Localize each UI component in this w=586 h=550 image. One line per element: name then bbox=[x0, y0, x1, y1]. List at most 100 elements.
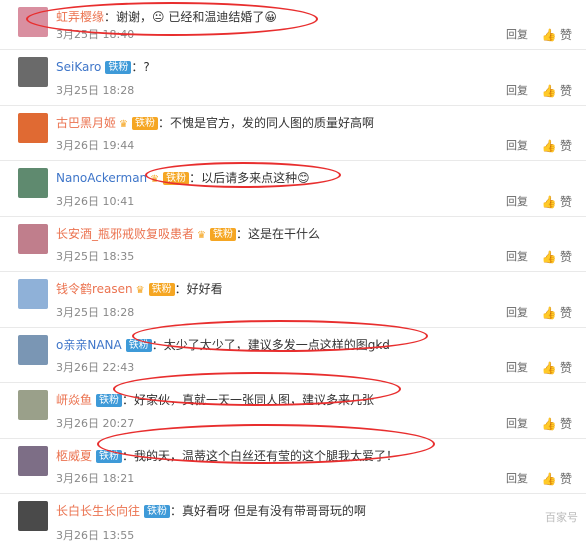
username[interactable]: 钱令鹤reasen bbox=[56, 282, 133, 296]
thumbs-up-icon: 👍 bbox=[541, 83, 557, 98]
comment-text: ? bbox=[143, 60, 150, 74]
avatar[interactable] bbox=[18, 168, 48, 198]
like-button[interactable]: 👍 赞 bbox=[542, 193, 572, 210]
timestamp: 3月25日 18:35 bbox=[56, 250, 135, 263]
comment-body: o亲亲NANA 铁粉 ：太少了太少了，建议多发一点这样的图gkd bbox=[56, 337, 390, 352]
watermark: 百家号 bbox=[545, 511, 578, 524]
comment-body: 古巴黑月姬 ♛ 铁粉 ：不愧是官方，发的同人图的质量好高啊 bbox=[56, 115, 375, 130]
like-button[interactable]: 👍 赞 bbox=[542, 248, 572, 265]
avatar[interactable] bbox=[18, 57, 48, 87]
timestamp: 3月26日 22:43 bbox=[56, 361, 135, 374]
avatar[interactable] bbox=[18, 390, 48, 420]
fan-badge: 铁粉 bbox=[125, 338, 152, 352]
username[interactable]: 柩威夏 bbox=[56, 449, 92, 463]
username[interactable]: 岍焱鱼 bbox=[56, 393, 92, 407]
like-label: 赞 bbox=[559, 194, 572, 209]
fan-badge: 铁粉 bbox=[148, 283, 175, 296]
thumbs-up-icon: 👍 bbox=[541, 361, 557, 375]
like-button[interactable]: 👍 赞 bbox=[542, 359, 572, 376]
thumbs-up-icon: 👍 bbox=[541, 194, 557, 209]
comment-row: 长白长生长向往 铁粉 ：真好看呀 但是有没有带哥哥玩的啊 3月26日 13:55 bbox=[0, 494, 586, 550]
comment-text: 我的天，温蒂这个白丝还有莹的这个腿我太爱了！ bbox=[134, 448, 399, 463]
comment-text: 好家伙，真就一天一张同人图，建议多来几张 bbox=[134, 393, 375, 407]
comment-text: 谢谢，😐 已经和温迪结婚了😀 bbox=[116, 10, 277, 24]
comment-body: 柩威夏 铁粉 ：我的天，温蒂这个白丝还有莹的这个腿我太爱了！ bbox=[56, 448, 399, 463]
username[interactable]: 长安酒_瓶邪戒败复吸患者 bbox=[56, 227, 194, 241]
timestamp: 3月25日 18:28 bbox=[56, 305, 135, 319]
comment-row: 长安酒_瓶邪戒败复吸患者 ♛ 铁粉 ：这是在干什么 3月25日 18:35 回复 👍 … bbox=[0, 217, 586, 272]
like-label: 赞 bbox=[559, 83, 572, 98]
like-button[interactable]: 👍 赞 bbox=[542, 415, 572, 432]
like-button[interactable]: 👍 赞 bbox=[542, 304, 572, 321]
reply-button[interactable]: 回复 bbox=[506, 248, 528, 264]
comment-row: NanoAckerman ♛ 铁粉 ：以后请多来点这种😊 3月26日 10:41 回复… bbox=[0, 161, 586, 217]
like-label: 赞 bbox=[559, 28, 572, 42]
comment-list: 虹弄樱缘：谢谢，😐 已经和温迪结婚了😀 3月25日 18:40 回复 👍 赞 S… bbox=[0, 0, 586, 550]
like-label: 赞 bbox=[559, 139, 572, 153]
like-button[interactable]: 👍 赞 bbox=[542, 470, 572, 487]
avatar[interactable] bbox=[18, 334, 48, 365]
like-label: 赞 bbox=[559, 250, 572, 264]
comment-body: NanoAckerman ♛ 铁粉 ：以后请多来点这种😊 bbox=[56, 171, 310, 185]
comment-text: 这是在干什么 bbox=[248, 226, 321, 241]
thumbs-up-icon: 👍 bbox=[541, 472, 557, 486]
comment-body: SeiKaro 铁粉：? bbox=[56, 60, 150, 74]
timestamp: 3月25日 18:40 bbox=[56, 28, 135, 41]
comment-body: 岍焱鱼 铁粉 ：好家伙，真就一天一张同人图，建议多来几张 bbox=[56, 393, 375, 407]
avatar[interactable] bbox=[18, 112, 48, 143]
fan-badge: 铁粉 bbox=[144, 505, 171, 518]
comment-body: 长安酒_瓶邪戒败复吸患者 ♛ 铁粉 ：这是在干什么 bbox=[56, 226, 321, 241]
comment-body: 虹弄樱缘：谢谢，😐 已经和温迪结婚了😀 bbox=[56, 10, 277, 24]
fan-badge: 铁粉 bbox=[163, 172, 190, 185]
timestamp: 3月25日 18:28 bbox=[56, 83, 135, 97]
timestamp: 3月26日 20:27 bbox=[56, 416, 135, 430]
comment-row: o亲亲NANA 铁粉 ：太少了太少了，建议多发一点这样的图gkd 3月26日 22:… bbox=[0, 328, 586, 383]
comment-row: 虹弄樱缘：谢谢，😐 已经和温迪结婚了😀 3月25日 18:40 回复 👍 赞 bbox=[0, 0, 586, 50]
like-label: 赞 bbox=[559, 472, 572, 486]
like-label: 赞 bbox=[559, 416, 572, 431]
reply-button[interactable]: 回复 bbox=[506, 193, 528, 209]
reply-button[interactable]: 回复 bbox=[506, 82, 528, 98]
comment-row: 岍焱鱼 铁粉 ：好家伙，真就一天一张同人图，建议多来几张 3月26日 20:27 回… bbox=[0, 383, 586, 439]
timestamp: 3月26日 18:21 bbox=[56, 472, 135, 485]
reply-button[interactable]: 回复 bbox=[506, 415, 528, 431]
avatar[interactable] bbox=[18, 445, 48, 476]
username[interactable]: 长白长生长向往 bbox=[56, 504, 140, 518]
comment-body: 长白长生长向往 铁粉 ：真好看呀 但是有没有带哥哥玩的啊 bbox=[56, 504, 366, 518]
reply-button[interactable]: 回复 bbox=[506, 137, 528, 153]
crown-icon: ♛ bbox=[119, 118, 128, 130]
reply-button[interactable]: 回复 bbox=[506, 304, 528, 320]
thumbs-up-icon: 👍 bbox=[541, 416, 557, 431]
comment-row: SeiKaro 铁粉：? 3月25日 18:28 回复 👍 赞 bbox=[0, 50, 586, 106]
username[interactable]: 虹弄樱缘 bbox=[56, 10, 104, 24]
fan-badge: 铁粉 bbox=[209, 227, 236, 241]
thumbs-up-icon: 👍 bbox=[541, 305, 557, 320]
reply-button[interactable]: 回复 bbox=[506, 470, 528, 486]
like-button[interactable]: 👍 赞 bbox=[542, 137, 572, 154]
timestamp: 3月26日 19:44 bbox=[56, 139, 135, 152]
comment-text: 好好看 bbox=[186, 282, 223, 296]
comment-row: 古巴黑月姬 ♛ 铁粉 ：不愧是官方，发的同人图的质量好高啊 3月26日 19:44 回… bbox=[0, 106, 586, 161]
like-label: 赞 bbox=[559, 361, 572, 375]
username[interactable]: 古巴黑月姬 bbox=[56, 116, 116, 130]
reply-button[interactable]: 回复 bbox=[506, 359, 528, 375]
comment-row: 钱令鹤reasen ♛ 铁粉 ：好好看 3月25日 18:28 回复 👍 赞 bbox=[0, 272, 586, 328]
timestamp: 3月26日 13:55 bbox=[56, 528, 135, 542]
username[interactable]: o亲亲NANA bbox=[56, 338, 122, 352]
crown-icon: ♛ bbox=[135, 285, 145, 296]
fan-badge: 铁粉 bbox=[105, 61, 132, 74]
reply-button[interactable]: 回复 bbox=[506, 26, 528, 42]
crown-icon: ♛ bbox=[150, 174, 160, 185]
like-button[interactable]: 👍 赞 bbox=[542, 26, 572, 43]
comment-text: 真好看呀 但是有没有带哥哥玩的啊 bbox=[182, 504, 366, 518]
fan-badge: 铁粉 bbox=[96, 394, 123, 407]
like-button[interactable]: 👍 赞 bbox=[542, 82, 572, 99]
avatar[interactable] bbox=[18, 7, 48, 37]
thumbs-up-icon: 👍 bbox=[541, 250, 557, 264]
avatar[interactable] bbox=[18, 279, 48, 309]
avatar[interactable] bbox=[18, 223, 48, 254]
username[interactable]: SeiKaro bbox=[56, 60, 101, 74]
username[interactable]: NanoAckerman bbox=[56, 171, 147, 185]
comment-row: 柩威夏 铁粉 ：我的天，温蒂这个白丝还有莹的这个腿我太爱了！ 3月26日 18:21… bbox=[0, 439, 586, 494]
crown-icon: ♛ bbox=[197, 229, 206, 241]
